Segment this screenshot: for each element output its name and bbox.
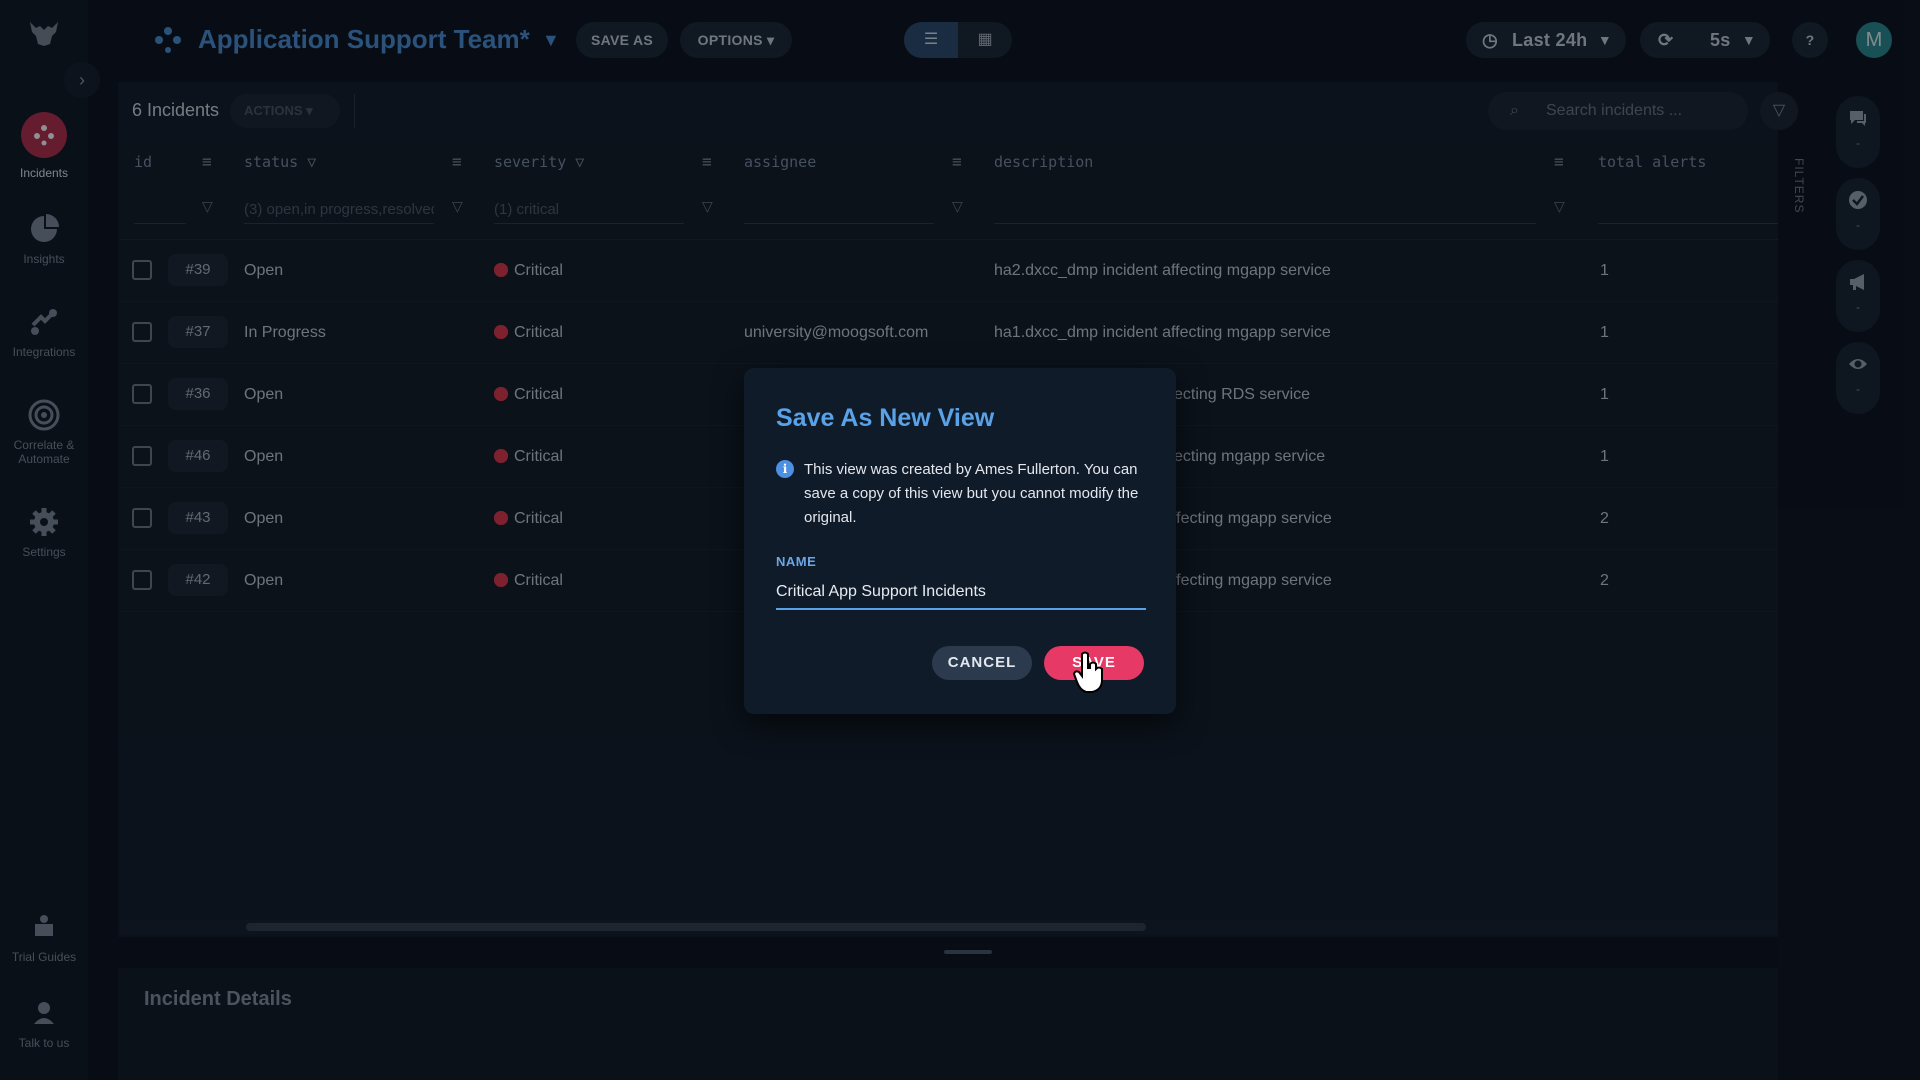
dialog-title: Save As New View bbox=[776, 404, 995, 432]
hand-pointer-cursor-icon bbox=[1072, 651, 1103, 693]
name-field-label: NAME bbox=[776, 554, 817, 569]
cancel-button[interactable]: CANCEL bbox=[932, 646, 1032, 680]
dialog-info-text: This view was created by Ames Fullerton.… bbox=[804, 461, 1139, 526]
save-as-view-dialog: Save As New View i This view was created… bbox=[744, 368, 1176, 714]
view-name-input[interactable] bbox=[776, 576, 1146, 610]
info-icon: i bbox=[776, 460, 794, 478]
